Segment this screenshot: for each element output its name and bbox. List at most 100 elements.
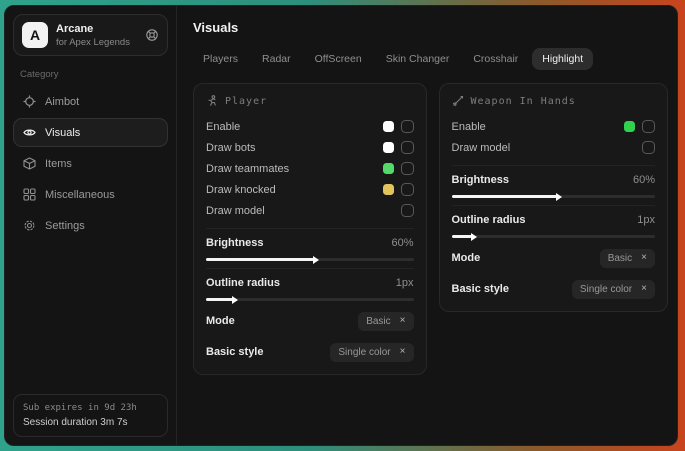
toggle-label: Draw model [206,205,265,217]
session-duration-text: Session duration 3m 7s [23,417,158,428]
slider-outline-radius: Outline radius 1px [452,205,656,238]
sidebar: A Arcane for Apex Legends Category Aimbo [5,6,177,445]
slider-fill[interactable] [452,195,558,198]
panel-player: Player Enable Draw bots [193,83,427,375]
tag-value: Basic [366,316,390,327]
panel-title: Player [225,96,267,107]
select-tag[interactable]: Basic × [358,312,413,331]
support-target-icon[interactable] [145,28,159,42]
toggle-row-enable: Enable [452,116,656,137]
gear-icon [23,219,36,232]
app-window: A Arcane for Apex Legends Category Aimbo [4,5,678,446]
weapon-icon [452,95,464,107]
tag-remove-icon[interactable]: × [641,284,647,294]
tab-crosshair[interactable]: Crosshair [463,48,528,70]
select-row-mode: Mode Basic × [452,247,656,269]
slider-fill[interactable] [452,235,472,238]
toggle-row-draw-knocked: Draw knocked [206,179,414,200]
toggle-row-draw-bots: Draw bots [206,137,414,158]
toggle-label: Draw model [452,142,511,154]
toggle-row-enable: Enable [206,116,414,137]
select-row-basic-style: Basic style Single color × [452,278,656,300]
tab-highlight[interactable]: Highlight [532,48,593,70]
toggle-row-draw-teammates: Draw teammates [206,158,414,179]
box-icon [23,157,36,170]
checkbox[interactable] [642,120,655,133]
slider-label: Brightness [206,237,263,249]
player-icon [206,95,218,107]
tag-value: Single color [580,284,632,295]
category-section-label: Category [20,69,161,80]
slider-fill[interactable] [206,298,233,301]
sidebar-item-miscellaneous[interactable]: Miscellaneous [13,180,168,209]
tag-remove-icon[interactable]: × [400,347,406,357]
tab-radar[interactable]: Radar [252,48,301,70]
slider-track[interactable] [452,195,656,198]
sidebar-item-visuals[interactable]: Visuals [13,118,168,147]
toggle-label: Draw knocked [206,184,276,196]
checkbox[interactable] [401,120,414,133]
color-swatch[interactable] [383,184,394,195]
toggle-label: Enable [452,121,486,133]
panel-weapon-header: Weapon In Hands [452,95,656,107]
select-row-mode: Mode Basic × [206,310,414,332]
select-label: Basic style [452,283,509,295]
tab-skin-changer[interactable]: Skin Changer [376,48,460,70]
select-tag[interactable]: Single color × [572,280,655,299]
sidebar-item-label: Aimbot [45,96,79,108]
panel-player-header: Player [206,95,414,107]
tag-remove-icon[interactable]: × [641,253,647,263]
slider-outline-radius: Outline radius 1px [206,268,414,301]
sidebar-item-label: Miscellaneous [45,189,115,201]
slider-value: 60% [391,237,413,249]
sidebar-item-settings[interactable]: Settings [13,211,168,240]
toggle-label: Draw bots [206,142,256,154]
sub-expiry-text: Sub expires in 9d 23h [23,403,158,413]
subscription-info-card: Sub expires in 9d 23h Session duration 3… [13,394,168,437]
toggle-label: Draw teammates [206,163,289,175]
tab-offscreen[interactable]: OffScreen [305,48,372,70]
tag-value: Single color [338,347,390,358]
slider-track[interactable] [206,258,414,261]
app-titles: Arcane for Apex Legends [56,23,137,48]
slider-label: Outline radius [206,277,280,289]
color-swatch[interactable] [383,121,394,132]
eye-icon [23,126,36,139]
slider-brightness: Brightness 60% [452,165,656,198]
slider-track[interactable] [452,235,656,238]
checkbox[interactable] [401,183,414,196]
select-tag[interactable]: Basic × [600,249,655,268]
sidebar-item-label: Visuals [45,127,80,139]
app-header-card: A Arcane for Apex Legends [13,14,168,56]
color-swatch[interactable] [624,121,635,132]
checkbox[interactable] [401,162,414,175]
app-title: Arcane [56,23,137,35]
sidebar-item-label: Settings [45,220,85,232]
tag-remove-icon[interactable]: × [400,316,406,326]
page-title: Visuals [193,20,668,35]
app-logo: A [22,22,48,48]
select-row-basic-style: Basic style Single color × [206,341,414,363]
select-tag[interactable]: Single color × [330,343,413,362]
color-swatch[interactable] [383,163,394,174]
slider-value: 1px [396,277,414,289]
sidebar-item-aimbot[interactable]: Aimbot [13,87,168,116]
slider-value: 1px [637,214,655,226]
toggle-label: Enable [206,121,240,133]
panel-weapon-in-hands: Weapon In Hands Enable Draw model [439,83,669,312]
checkbox[interactable] [401,141,414,154]
color-swatch[interactable] [383,142,394,153]
slider-label: Outline radius [452,214,526,226]
slider-fill[interactable] [206,258,314,261]
crosshair-icon [23,95,36,108]
tab-players[interactable]: Players [193,48,248,70]
slider-label: Brightness [452,174,509,186]
checkbox[interactable] [401,204,414,217]
panel-title: Weapon In Hands [471,96,576,107]
grid-icon [23,188,36,201]
tag-value: Basic [608,253,632,264]
slider-value: 60% [633,174,655,186]
slider-track[interactable] [206,298,414,301]
sidebar-item-items[interactable]: Items [13,149,168,178]
checkbox[interactable] [642,141,655,154]
